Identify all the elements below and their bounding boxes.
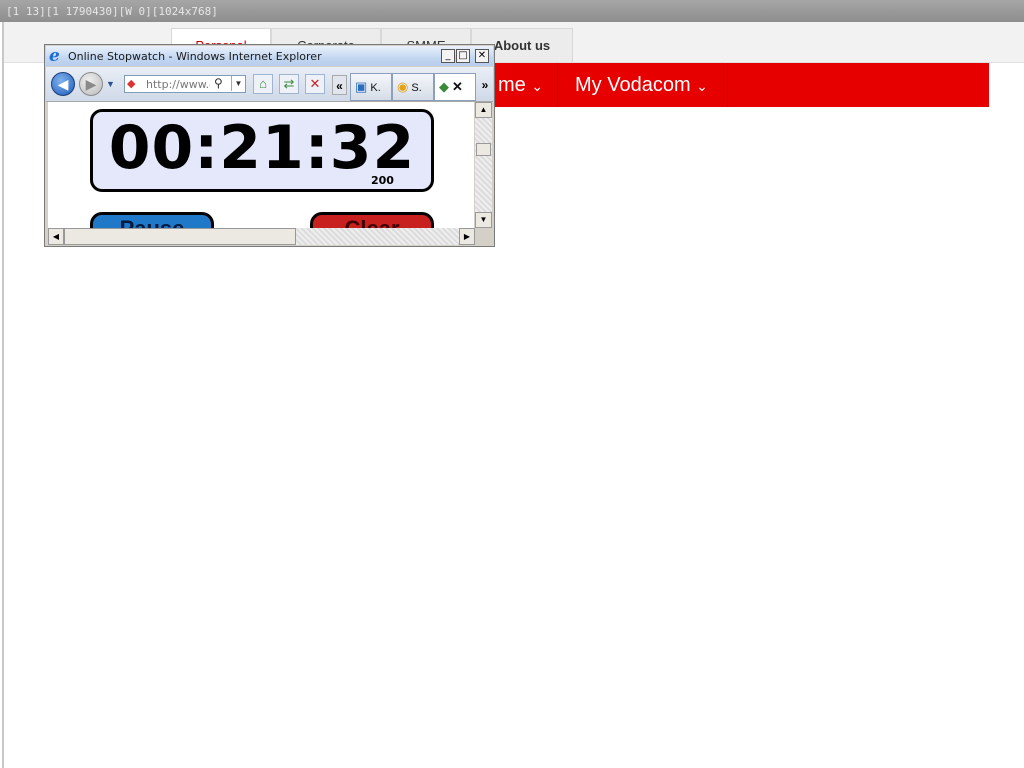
stopwatch-milliseconds: 200	[371, 174, 394, 187]
tab-scroll-right-button[interactable]: »	[478, 75, 492, 95]
ie-logo-icon: e	[49, 46, 60, 66]
compatibility-view-button[interactable]: ⌂	[253, 74, 273, 94]
browser-tab-k[interactable]: ▣ K.	[350, 73, 392, 101]
window-title: Online Stopwatch - Windows Internet Expl…	[68, 50, 322, 63]
address-dropdown-button[interactable]: ▼	[231, 76, 245, 91]
nav-divider	[727, 63, 728, 107]
browser-tab-s[interactable]: ◉ S.	[392, 73, 434, 101]
search-icon[interactable]: ⚲	[214, 76, 223, 90]
stopwatch-viewport: 00:21:32 200 Pause Clear	[48, 102, 474, 228]
nav-divider	[557, 63, 558, 107]
recent-pages-dropdown[interactable]: ▼	[106, 79, 115, 89]
horizontal-scroll-thumb[interactable]	[64, 228, 296, 245]
scroll-down-arrow-icon[interactable]: ▼	[475, 212, 492, 228]
tab-label: K.	[370, 82, 381, 94]
close-button[interactable]: ✕	[475, 49, 489, 63]
refresh-button[interactable]: ⇄	[279, 74, 299, 94]
forward-arrow-icon: ▶	[85, 76, 97, 92]
maximize-button[interactable]: □	[456, 49, 470, 63]
tab-scroll-left-button[interactable]: «	[332, 75, 347, 95]
address-input[interactable]: http://www.o	[146, 78, 210, 91]
chevron-down-icon: ⌄	[531, 78, 544, 94]
chevron-down-icon: ⌄	[696, 78, 708, 94]
pause-button[interactable]: Pause	[90, 212, 214, 228]
tab-label: S.	[411, 82, 422, 94]
clear-button[interactable]: Clear	[310, 212, 434, 228]
back-arrow-icon: ◀	[57, 76, 69, 92]
nav-my-vodacom-label: My Vodacom	[575, 74, 691, 96]
scroll-left-arrow-icon[interactable]: ◀	[48, 228, 64, 245]
nav-item-my-vodacom[interactable]: My Vodacom ⌄	[575, 63, 708, 107]
nav-item-home[interactable]: me ⌄	[498, 63, 543, 107]
nav-home-label: me	[498, 74, 526, 96]
back-button[interactable]: ◀	[51, 72, 75, 96]
tab-favicon-icon: ▣	[355, 79, 368, 94]
tab-close-icon[interactable]: ✕	[452, 79, 463, 94]
page-favicon-icon: ◆	[127, 78, 136, 90]
compat-view-icon: ⌂	[259, 76, 267, 91]
stop-icon: ✕	[309, 76, 321, 91]
vertical-scrollbar[interactable]	[475, 102, 492, 228]
refresh-icon: ⇄	[283, 76, 295, 91]
tab-favicon-icon: ◆	[439, 79, 449, 94]
browser-tab-active[interactable]: ◆ ✕	[434, 73, 476, 101]
minimize-button[interactable]: _	[441, 49, 455, 63]
scroll-up-arrow-icon[interactable]: ▲	[475, 102, 492, 118]
tab-favicon-icon: ◉	[397, 79, 409, 94]
scroll-right-arrow-icon[interactable]: ▶	[459, 228, 475, 245]
forward-button[interactable]: ▶	[79, 72, 103, 96]
vertical-scroll-thumb[interactable]	[476, 143, 491, 156]
frame-border	[2, 22, 4, 768]
stop-button[interactable]: ✕	[305, 74, 325, 94]
debug-text: [1 13][1 1790430][W 0][1024x768]	[6, 5, 218, 18]
